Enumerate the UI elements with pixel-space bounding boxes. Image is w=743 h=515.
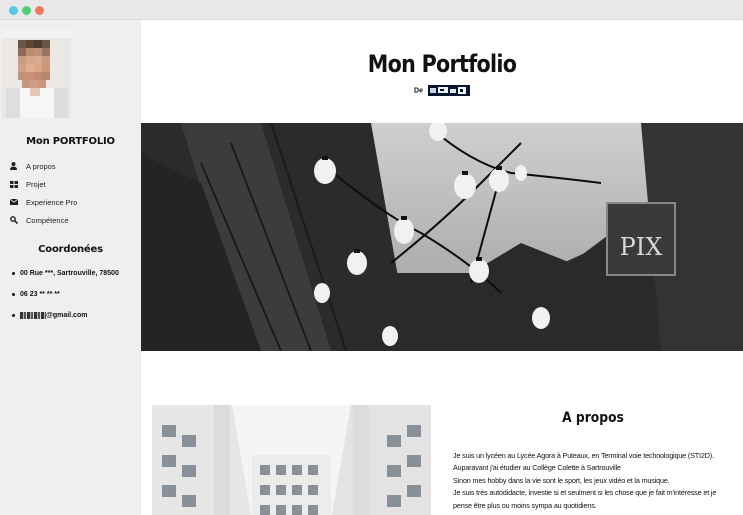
coordinates-list: 00 Rue ***, Sartrouville, 78500 06 23 **… <box>12 263 140 326</box>
search-icon <box>10 215 25 225</box>
phone-item: 06 23 ** ** ** <box>12 284 140 305</box>
grid-icon <box>10 179 25 189</box>
nav-item-competence[interactable]: Compétence <box>10 211 138 229</box>
pix-sign: PIX <box>620 233 663 261</box>
sidebar-title: Mon PORTFOLIO <box>26 136 115 147</box>
sidebar-nav: A propos Projet Experience Pro Compétenc… <box>10 157 138 229</box>
nav-item-experience-pro[interactable]: Experience Pro <box>10 193 138 211</box>
browser-window: Mon PORTFOLIO A propos Projet Experience… <box>0 0 743 515</box>
avatar <box>2 30 71 118</box>
address-item: 00 Rue ***, Sartrouville, 78500 <box>12 263 140 284</box>
hero-image: PIX <box>141 123 743 351</box>
phone-text: 06 23 ** ** ** <box>20 291 60 298</box>
school-building-photo <box>152 405 431 515</box>
byline: De <box>141 85 743 96</box>
close-window-button[interactable] <box>9 6 18 15</box>
about-line: pense être plus ou moins sympa au quotid… <box>453 500 597 510</box>
bullet <box>12 314 15 317</box>
user-icon <box>10 161 25 171</box>
about-title: A propos <box>562 410 624 426</box>
nav-label: Compétence <box>26 215 69 225</box>
nav-label: Experience Pro <box>26 197 78 207</box>
redacted-email-prefix <box>20 312 46 319</box>
nav-item-projet[interactable]: Projet <box>10 175 138 193</box>
about-line: Je suis un lycéen au Lycée Agora à Putea… <box>453 451 714 460</box>
main-content: Mon Portfolio De PIX A propos Je suis un… <box>141 20 743 515</box>
nav-item-a-propos[interactable]: A propos <box>10 157 138 175</box>
nav-label: A propos <box>26 161 56 171</box>
nav-label: Projet <box>26 179 46 189</box>
address-text: 00 Rue ***, Sartrouville, 78500 <box>20 270 119 277</box>
bullet <box>12 272 15 275</box>
sidebar: Mon PORTFOLIO A propos Projet Experience… <box>0 20 141 515</box>
about-line: Auparavant j'ai étudier au Collège Colet… <box>453 463 621 473</box>
minimize-window-button[interactable] <box>22 6 31 15</box>
envelope-icon <box>10 197 25 207</box>
email-text: @gmail.com <box>46 312 88 319</box>
redacted-name <box>427 85 470 96</box>
email-item[interactable]: @gmail.com <box>12 305 140 326</box>
maximize-window-button[interactable] <box>35 6 44 15</box>
coordinates-title: Coordonées <box>38 244 103 255</box>
bullet <box>12 293 15 296</box>
about-text: Je suis un lycéen au Lycée Agora à Putea… <box>453 450 741 512</box>
about-line: Sinon mes hobby dans la vie sont le spor… <box>453 475 670 485</box>
page-title: Mon Portfolio <box>367 50 517 78</box>
byline-prefix: De <box>414 87 423 95</box>
title-bar <box>0 0 743 20</box>
about-line: Je suis très autodidacte, investie si et… <box>453 488 717 498</box>
